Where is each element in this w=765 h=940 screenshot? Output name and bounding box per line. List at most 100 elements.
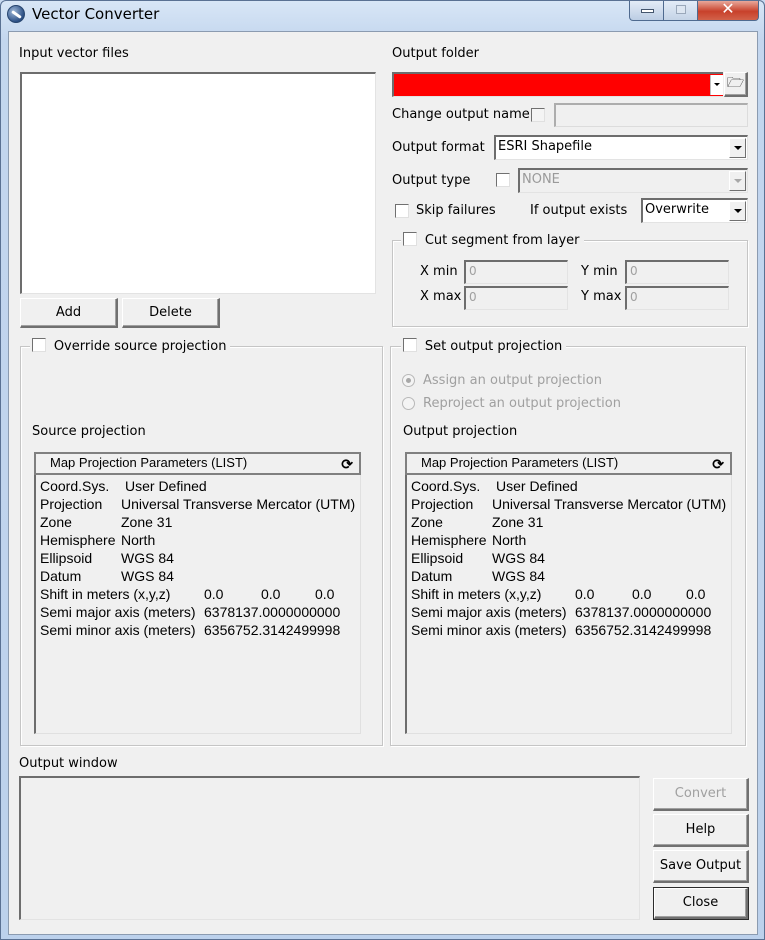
- param-value: User Defined: [125, 478, 207, 494]
- param-value: WGS 84: [121, 550, 174, 566]
- window-title: Vector Converter: [32, 5, 160, 23]
- title-bar[interactable]: Vector Converter ✕: [1, 0, 764, 31]
- param-value: 6356752.3142499998: [204, 622, 341, 638]
- param-key: Datum: [411, 568, 453, 584]
- browse-folder-button[interactable]: 🗁: [724, 72, 748, 97]
- vector-converter-window: Vector Converter ✕ Input vector files Ad…: [0, 0, 765, 940]
- param-key: Datum: [40, 568, 82, 584]
- skip-failures-label: Skip failures: [416, 203, 496, 218]
- open-folder-icon: 🗁: [726, 75, 745, 91]
- refresh-icon[interactable]: ⟳: [341, 455, 353, 473]
- output-window-textarea[interactable]: [19, 776, 640, 920]
- set-output-projection-checkbox[interactable]: [403, 338, 417, 352]
- chevron-down-icon[interactable]: [729, 201, 746, 221]
- source-projection-list-header[interactable]: Map Projection Parameters (LIST) ⟳: [34, 452, 361, 475]
- skip-failures-checkbox[interactable]: [395, 204, 409, 218]
- shift-z: 0.0: [315, 586, 335, 602]
- output-type-value: NONE: [522, 172, 560, 187]
- param-key: Hemisphere: [40, 532, 116, 548]
- add-button[interactable]: Add: [20, 298, 118, 328]
- input-files-label: Input vector files: [19, 46, 129, 61]
- output-projection-list-header[interactable]: Map Projection Parameters (LIST) ⟳: [405, 452, 732, 475]
- param-value: User Defined: [496, 478, 578, 494]
- source-projection-list[interactable]: Map Projection Parameters (LIST) ⟳ Coord…: [34, 452, 361, 734]
- close-button[interactable]: Close: [653, 887, 749, 920]
- xmax-label: X max: [420, 289, 462, 304]
- override-source-projection-label: Override source projection: [53, 339, 227, 354]
- maximize-icon: [676, 5, 686, 14]
- if-output-exists-label: If output exists: [530, 203, 628, 218]
- change-output-name-label: Change output name: [392, 107, 530, 122]
- param-value: 6378137.0000000000: [204, 604, 341, 620]
- output-format-label: Output format: [392, 140, 485, 155]
- xmin-label: X min: [420, 264, 458, 279]
- output-name-input[interactable]: [554, 103, 748, 127]
- delete-button[interactable]: Delete: [122, 298, 220, 328]
- xmax-input[interactable]: 0: [464, 286, 568, 310]
- output-projection-label: Output projection: [403, 424, 518, 439]
- output-list-header-label: Map Projection Parameters (LIST): [421, 455, 619, 470]
- param-key: Coord.Sys.: [411, 478, 481, 494]
- param-key: Projection: [40, 496, 103, 512]
- input-files-list[interactable]: [20, 72, 376, 294]
- xmin-input[interactable]: 0: [464, 260, 568, 284]
- if-output-exists-select[interactable]: Overwrite: [641, 198, 748, 223]
- shift-z: 0.0: [686, 586, 706, 602]
- dialog-body: Input vector files Add Delete Output fol…: [8, 31, 758, 935]
- caption-buttons: ✕: [629, 0, 759, 21]
- output-projection-list[interactable]: Map Projection Parameters (LIST) ⟳ Coord…: [405, 452, 732, 734]
- output-format-value: ESRI Shapefile: [498, 139, 592, 154]
- chevron-down-icon[interactable]: [729, 138, 746, 158]
- chevron-down-icon[interactable]: [729, 171, 746, 191]
- reproject-projection-radio[interactable]: [402, 397, 415, 410]
- param-value: Universal Transverse Mercator (UTM): [492, 496, 727, 512]
- param-key: Zone: [411, 514, 443, 530]
- param-key: Shift in meters (x,y,z): [40, 586, 171, 602]
- output-type-select[interactable]: NONE: [518, 168, 748, 193]
- output-type-label: Output type: [392, 173, 471, 188]
- minimize-button[interactable]: [629, 1, 664, 21]
- param-value: Universal Transverse Mercator (UTM): [121, 496, 356, 512]
- source-projection-params: Coord.Sys. User Defined Projection Univers…: [34, 475, 361, 734]
- output-window-label: Output window: [19, 756, 118, 771]
- shift-y: 0.0: [261, 586, 281, 602]
- source-projection-label: Source projection: [32, 424, 146, 439]
- override-source-projection-checkbox[interactable]: [32, 338, 46, 352]
- output-projection-params: Coord.Sys. User Defined Projection Univers…: [405, 475, 732, 734]
- set-output-projection-legend: Set output projection: [401, 338, 567, 356]
- param-value: Zone 31: [121, 514, 173, 530]
- param-value: WGS 84: [121, 568, 174, 584]
- output-format-select[interactable]: ESRI Shapefile: [494, 135, 748, 160]
- output-type-checkbox[interactable]: [496, 173, 510, 187]
- param-key: Projection: [411, 496, 474, 512]
- save-output-button[interactable]: Save Output: [653, 850, 749, 883]
- help-button[interactable]: Help: [653, 814, 749, 847]
- chevron-down-icon: [714, 83, 720, 86]
- output-folder-dropdown[interactable]: [710, 75, 723, 95]
- param-value: WGS 84: [492, 568, 545, 584]
- assign-projection-label: Assign an output projection: [423, 373, 602, 388]
- output-folder-label: Output folder: [392, 46, 480, 61]
- convert-button[interactable]: Convert: [653, 778, 749, 811]
- param-value: North: [121, 532, 156, 548]
- param-key: Shift in meters (x,y,z): [411, 586, 542, 602]
- param-value: North: [492, 532, 527, 548]
- cut-segment-label: Cut segment from layer: [424, 233, 580, 248]
- param-value: 6356752.3142499998: [575, 622, 712, 638]
- cut-segment-checkbox[interactable]: [403, 232, 417, 246]
- param-value: 6378137.0000000000: [575, 604, 712, 620]
- param-key: Semi minor axis (meters): [411, 622, 567, 638]
- param-key: Zone: [40, 514, 72, 530]
- assign-projection-radio[interactable]: [402, 374, 415, 387]
- shift-x: 0.0: [204, 586, 224, 602]
- cut-segment-legend: Cut segment from layer: [401, 232, 584, 250]
- param-value: WGS 84: [492, 550, 545, 566]
- close-window-button[interactable]: ✕: [698, 0, 759, 21]
- set-output-projection-label: Set output projection: [424, 339, 563, 354]
- ymin-input[interactable]: 0: [625, 260, 729, 284]
- change-output-name-checkbox[interactable]: [531, 108, 545, 122]
- ymax-input[interactable]: 0: [625, 286, 729, 310]
- output-folder-input[interactable]: [392, 72, 723, 97]
- refresh-icon[interactable]: ⟳: [712, 455, 724, 473]
- param-key: Coord.Sys.: [40, 478, 110, 494]
